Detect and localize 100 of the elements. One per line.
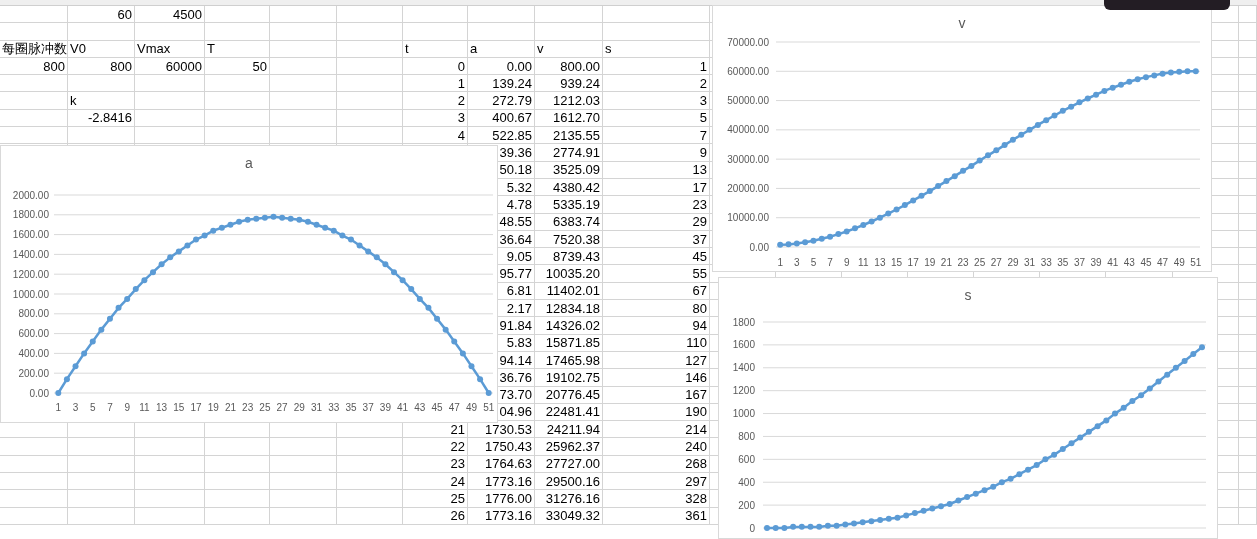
- axis-label: 11: [139, 402, 150, 413]
- table-cell: 55: [603, 265, 710, 283]
- table-cell: 400.67: [468, 109, 535, 128]
- table-cell: 10035.20: [535, 265, 603, 283]
- axis-label: 1800.00: [12, 209, 49, 221]
- table-cell: 37: [603, 230, 710, 249]
- table-cell: 每圈脉冲数: [0, 40, 68, 58]
- table-cell: 297: [603, 473, 710, 491]
- table-cell: 214: [603, 421, 710, 439]
- axis-label: 17: [190, 402, 202, 413]
- table-cell: 0.00: [468, 57, 535, 76]
- table-cell: 328: [603, 490, 710, 508]
- table-cell: 2774.91: [535, 144, 603, 162]
- table-cell: 800: [0, 57, 68, 76]
- table-cell: 4500: [135, 6, 205, 24]
- axis-label: 200.00: [18, 367, 49, 379]
- table-cell: 127: [603, 351, 710, 370]
- axis-label: 49: [465, 402, 478, 413]
- table-cell: 45: [603, 248, 710, 266]
- axis-label: 19: [207, 402, 219, 413]
- table-cell: 1773.16: [468, 473, 535, 491]
- table-cell: 5335.19: [535, 196, 603, 214]
- axis-label: 2000.00: [12, 189, 49, 201]
- axis-label: 15: [891, 257, 903, 268]
- axis-label: 0.00: [29, 387, 49, 399]
- axis-label: 51: [1190, 257, 1202, 268]
- axis-label: 60000.00: [727, 65, 769, 77]
- axis-label: 1600: [732, 339, 755, 351]
- table-cell: 19102.75: [535, 369, 603, 387]
- table-cell: 67: [603, 282, 710, 301]
- table-cell: 4380.42: [535, 178, 603, 197]
- axis-label: 3: [794, 257, 800, 268]
- axis-label: 200: [738, 499, 755, 511]
- axis-label: 600: [738, 453, 755, 465]
- table-cell: 20776.45: [535, 386, 603, 404]
- axis-label: 41: [397, 402, 409, 413]
- axis-label: 27: [990, 257, 1002, 268]
- axis-label: 39: [1090, 257, 1102, 268]
- table-cell: 7520.38: [535, 230, 603, 249]
- axis-label: 19: [924, 257, 936, 268]
- axis-label: 1000: [732, 408, 755, 420]
- table-cell: v: [535, 40, 603, 58]
- axis-label: 5: [810, 257, 817, 268]
- table-cell: 23: [603, 196, 710, 214]
- axis-label: 800.00: [18, 308, 49, 320]
- axis-label: 43: [414, 402, 426, 413]
- axis-label: 31: [311, 402, 323, 413]
- table-cell: 13: [603, 161, 710, 179]
- axis-label: 20000.00: [727, 182, 769, 194]
- axis-label: 47: [1157, 257, 1169, 268]
- table-cell: 29: [603, 213, 710, 231]
- axis-label: 13: [874, 257, 886, 268]
- axis-label: 41: [1107, 257, 1119, 268]
- axis-label: 7: [107, 402, 113, 413]
- axis-label: 5: [89, 402, 96, 413]
- axis-label: 0.00: [749, 241, 769, 253]
- table-cell: 1750.43: [468, 438, 535, 456]
- table-cell: t: [403, 40, 468, 58]
- axis-label: 400: [738, 476, 755, 488]
- table-cell: 5: [603, 109, 710, 128]
- table-cell: s: [603, 40, 710, 58]
- table-cell: 1: [403, 75, 468, 93]
- chart-title: v: [958, 16, 966, 30]
- axis-label: 35: [345, 402, 357, 413]
- table-cell: 60: [68, 6, 135, 24]
- table-cell: 167: [603, 386, 710, 404]
- table-cell: 17: [603, 178, 710, 197]
- table-cell: 2: [603, 75, 710, 93]
- table-cell: 11402.01: [535, 282, 603, 301]
- table-cell: 268: [603, 455, 710, 473]
- table-cell: 12834.18: [535, 300, 603, 318]
- table-cell: 17465.98: [535, 351, 603, 370]
- axis-label: 49: [1173, 257, 1185, 268]
- axis-label: 1600.00: [12, 229, 49, 241]
- axis-label: 29: [293, 402, 305, 413]
- axis-label: 23: [957, 257, 969, 268]
- table-cell: 2: [403, 92, 468, 110]
- table-cell: 8739.43: [535, 248, 603, 266]
- axis-label: 29: [1007, 257, 1019, 268]
- axis-label: 1000.00: [12, 288, 49, 300]
- table-cell: -2.8416: [68, 109, 135, 128]
- table-cell: 1773.16: [468, 507, 535, 525]
- axis-label: 37: [1073, 257, 1085, 268]
- table-cell: 14326.02: [535, 317, 603, 335]
- axis-label: 9: [843, 257, 850, 268]
- axis-label: 1200.00: [12, 268, 49, 280]
- axis-label: 800: [738, 430, 755, 442]
- axis-label: 9: [124, 402, 130, 413]
- axis-label: 17: [907, 257, 919, 268]
- table-cell: 23: [403, 455, 468, 473]
- axis-label: 13: [156, 402, 168, 413]
- axis-label: 1800: [732, 316, 755, 328]
- table-cell: 31276.16: [535, 490, 603, 508]
- axis-label: 33: [328, 402, 340, 413]
- axis-label: 70000.00: [727, 36, 769, 48]
- table-cell: 50: [205, 57, 270, 76]
- table-cell: Vmax: [135, 40, 205, 58]
- table-cell: 27727.00: [535, 455, 603, 473]
- axis-label: 39: [379, 402, 391, 413]
- axis-label: 10000.00: [727, 212, 769, 224]
